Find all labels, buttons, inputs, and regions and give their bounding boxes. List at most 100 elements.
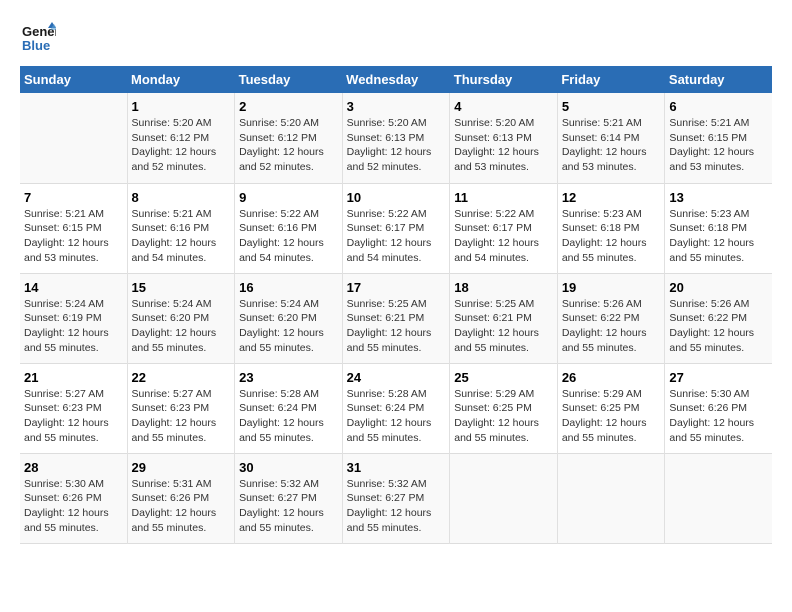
calendar-cell: 25 Sunrise: 5:29 AMSunset: 6:25 PMDayligh… bbox=[450, 363, 558, 453]
week-row-4: 28 Sunrise: 5:30 AMSunset: 6:26 PMDayligh… bbox=[20, 453, 772, 543]
day-info: Sunrise: 5:26 AMSunset: 6:22 PMDaylight:… bbox=[562, 297, 661, 356]
day-info: Sunrise: 5:29 AMSunset: 6:25 PMDaylight:… bbox=[454, 387, 553, 446]
day-number: 8 bbox=[132, 190, 231, 205]
day-number: 7 bbox=[24, 190, 123, 205]
calendar-table: SundayMondayTuesdayWednesdayThursdayFrid… bbox=[20, 66, 772, 544]
calendar-cell: 3 Sunrise: 5:20 AMSunset: 6:13 PMDaylight… bbox=[342, 93, 450, 183]
calendar-cell: 18 Sunrise: 5:25 AMSunset: 6:21 PMDayligh… bbox=[450, 273, 558, 363]
day-info: Sunrise: 5:21 AMSunset: 6:15 PMDaylight:… bbox=[24, 207, 123, 266]
day-number: 6 bbox=[669, 99, 768, 114]
day-number: 9 bbox=[239, 190, 338, 205]
day-number: 18 bbox=[454, 280, 553, 295]
day-number: 22 bbox=[132, 370, 231, 385]
day-number: 23 bbox=[239, 370, 338, 385]
week-row-1: 7 Sunrise: 5:21 AMSunset: 6:15 PMDaylight… bbox=[20, 183, 772, 273]
day-info: Sunrise: 5:26 AMSunset: 6:22 PMDaylight:… bbox=[669, 297, 768, 356]
day-number: 3 bbox=[347, 99, 446, 114]
calendar-cell: 24 Sunrise: 5:28 AMSunset: 6:24 PMDayligh… bbox=[342, 363, 450, 453]
day-info: Sunrise: 5:22 AMSunset: 6:17 PMDaylight:… bbox=[347, 207, 446, 266]
day-number: 11 bbox=[454, 190, 553, 205]
calendar-cell: 27 Sunrise: 5:30 AMSunset: 6:26 PMDayligh… bbox=[665, 363, 772, 453]
header-sunday: Sunday bbox=[20, 66, 127, 93]
calendar-cell: 9 Sunrise: 5:22 AMSunset: 6:16 PMDaylight… bbox=[235, 183, 343, 273]
day-number: 28 bbox=[24, 460, 123, 475]
calendar-cell: 6 Sunrise: 5:21 AMSunset: 6:15 PMDaylight… bbox=[665, 93, 772, 183]
calendar-cell: 29 Sunrise: 5:31 AMSunset: 6:26 PMDayligh… bbox=[127, 453, 235, 543]
calendar-cell: 5 Sunrise: 5:21 AMSunset: 6:14 PMDaylight… bbox=[557, 93, 665, 183]
calendar-cell: 26 Sunrise: 5:29 AMSunset: 6:25 PMDayligh… bbox=[557, 363, 665, 453]
calendar-cell: 1 Sunrise: 5:20 AMSunset: 6:12 PMDaylight… bbox=[127, 93, 235, 183]
calendar-cell: 31 Sunrise: 5:32 AMSunset: 6:27 PMDayligh… bbox=[342, 453, 450, 543]
calendar-cell: 30Sunrise: 5:32 AMSunset: 6:27 PMDayligh… bbox=[235, 453, 343, 543]
calendar-cell bbox=[557, 453, 665, 543]
header-saturday: Saturday bbox=[665, 66, 772, 93]
day-number: 31 bbox=[347, 460, 446, 475]
day-number: 29 bbox=[132, 460, 231, 475]
day-number: 15 bbox=[132, 280, 231, 295]
day-info: Sunrise: 5:23 AMSunset: 6:18 PMDaylight:… bbox=[669, 207, 768, 266]
logo: General Blue bbox=[20, 20, 56, 56]
day-info: Sunrise: 5:24 AMSunset: 6:20 PMDaylight:… bbox=[132, 297, 231, 356]
week-row-2: 14Sunrise: 5:24 AMSunset: 6:19 PMDayligh… bbox=[20, 273, 772, 363]
day-info: Sunrise: 5:32 AMSunset: 6:27 PMDaylight:… bbox=[239, 477, 338, 536]
week-row-0: 1 Sunrise: 5:20 AMSunset: 6:12 PMDaylight… bbox=[20, 93, 772, 183]
day-info: Sunrise: 5:29 AMSunset: 6:25 PMDaylight:… bbox=[562, 387, 661, 446]
day-number: 26 bbox=[562, 370, 661, 385]
logo-icon: General Blue bbox=[20, 20, 56, 56]
day-info: Sunrise: 5:25 AMSunset: 6:21 PMDaylight:… bbox=[454, 297, 553, 356]
day-number: 2 bbox=[239, 99, 338, 114]
header-friday: Friday bbox=[557, 66, 665, 93]
header-tuesday: Tuesday bbox=[235, 66, 343, 93]
calendar-cell: 22 Sunrise: 5:27 AMSunset: 6:23 PMDayligh… bbox=[127, 363, 235, 453]
day-info: Sunrise: 5:20 AMSunset: 6:12 PMDaylight:… bbox=[239, 116, 338, 175]
day-number: 20 bbox=[669, 280, 768, 295]
week-row-3: 21 Sunrise: 5:27 AMSunset: 6:23 PMDayligh… bbox=[20, 363, 772, 453]
calendar-cell: 16Sunrise: 5:24 AMSunset: 6:20 PMDayligh… bbox=[235, 273, 343, 363]
day-info: Sunrise: 5:30 AMSunset: 6:26 PMDaylight:… bbox=[24, 477, 123, 536]
day-info: Sunrise: 5:22 AMSunset: 6:17 PMDaylight:… bbox=[454, 207, 553, 266]
calendar-cell: 20 Sunrise: 5:26 AMSunset: 6:22 PMDayligh… bbox=[665, 273, 772, 363]
calendar-cell: 23 Sunrise: 5:28 AMSunset: 6:24 PMDayligh… bbox=[235, 363, 343, 453]
header-wednesday: Wednesday bbox=[342, 66, 450, 93]
day-number: 10 bbox=[347, 190, 446, 205]
day-number: 21 bbox=[24, 370, 123, 385]
calendar-cell: 12Sunrise: 5:23 AMSunset: 6:18 PMDayligh… bbox=[557, 183, 665, 273]
day-info: Sunrise: 5:27 AMSunset: 6:23 PMDaylight:… bbox=[24, 387, 123, 446]
calendar-cell: 10 Sunrise: 5:22 AMSunset: 6:17 PMDayligh… bbox=[342, 183, 450, 273]
day-number: 17 bbox=[347, 280, 446, 295]
page-header: General Blue bbox=[20, 20, 772, 56]
day-number: 24 bbox=[347, 370, 446, 385]
day-info: Sunrise: 5:27 AMSunset: 6:23 PMDaylight:… bbox=[132, 387, 231, 446]
calendar-header-row: SundayMondayTuesdayWednesdayThursdayFrid… bbox=[20, 66, 772, 93]
calendar-cell: 14Sunrise: 5:24 AMSunset: 6:19 PMDayligh… bbox=[20, 273, 127, 363]
calendar-cell bbox=[450, 453, 558, 543]
day-info: Sunrise: 5:30 AMSunset: 6:26 PMDaylight:… bbox=[669, 387, 768, 446]
calendar-cell bbox=[665, 453, 772, 543]
calendar-cell: 4Sunrise: 5:20 AMSunset: 6:13 PMDaylight… bbox=[450, 93, 558, 183]
svg-text:Blue: Blue bbox=[22, 38, 50, 53]
day-number: 27 bbox=[669, 370, 768, 385]
day-number: 13 bbox=[669, 190, 768, 205]
day-info: Sunrise: 5:21 AMSunset: 6:16 PMDaylight:… bbox=[132, 207, 231, 266]
day-info: Sunrise: 5:28 AMSunset: 6:24 PMDaylight:… bbox=[239, 387, 338, 446]
day-number: 4 bbox=[454, 99, 553, 114]
day-info: Sunrise: 5:22 AMSunset: 6:16 PMDaylight:… bbox=[239, 207, 338, 266]
day-info: Sunrise: 5:28 AMSunset: 6:24 PMDaylight:… bbox=[347, 387, 446, 446]
day-info: Sunrise: 5:32 AMSunset: 6:27 PMDaylight:… bbox=[347, 477, 446, 536]
day-number: 5 bbox=[562, 99, 661, 114]
day-info: Sunrise: 5:21 AMSunset: 6:15 PMDaylight:… bbox=[669, 116, 768, 175]
calendar-cell: 11 Sunrise: 5:22 AMSunset: 6:17 PMDayligh… bbox=[450, 183, 558, 273]
day-info: Sunrise: 5:25 AMSunset: 6:21 PMDaylight:… bbox=[347, 297, 446, 356]
calendar-cell: 19Sunrise: 5:26 AMSunset: 6:22 PMDayligh… bbox=[557, 273, 665, 363]
day-number: 1 bbox=[132, 99, 231, 114]
day-info: Sunrise: 5:20 AMSunset: 6:13 PMDaylight:… bbox=[347, 116, 446, 175]
day-info: Sunrise: 5:31 AMSunset: 6:26 PMDaylight:… bbox=[132, 477, 231, 536]
calendar-cell: 28 Sunrise: 5:30 AMSunset: 6:26 PMDayligh… bbox=[20, 453, 127, 543]
day-info: Sunrise: 5:20 AMSunset: 6:12 PMDaylight:… bbox=[132, 116, 231, 175]
day-number: 12 bbox=[562, 190, 661, 205]
calendar-cell bbox=[20, 93, 127, 183]
calendar-cell: 17 Sunrise: 5:25 AMSunset: 6:21 PMDayligh… bbox=[342, 273, 450, 363]
calendar-cell: 2 Sunrise: 5:20 AMSunset: 6:12 PMDaylight… bbox=[235, 93, 343, 183]
day-number: 25 bbox=[454, 370, 553, 385]
day-info: Sunrise: 5:21 AMSunset: 6:14 PMDaylight:… bbox=[562, 116, 661, 175]
